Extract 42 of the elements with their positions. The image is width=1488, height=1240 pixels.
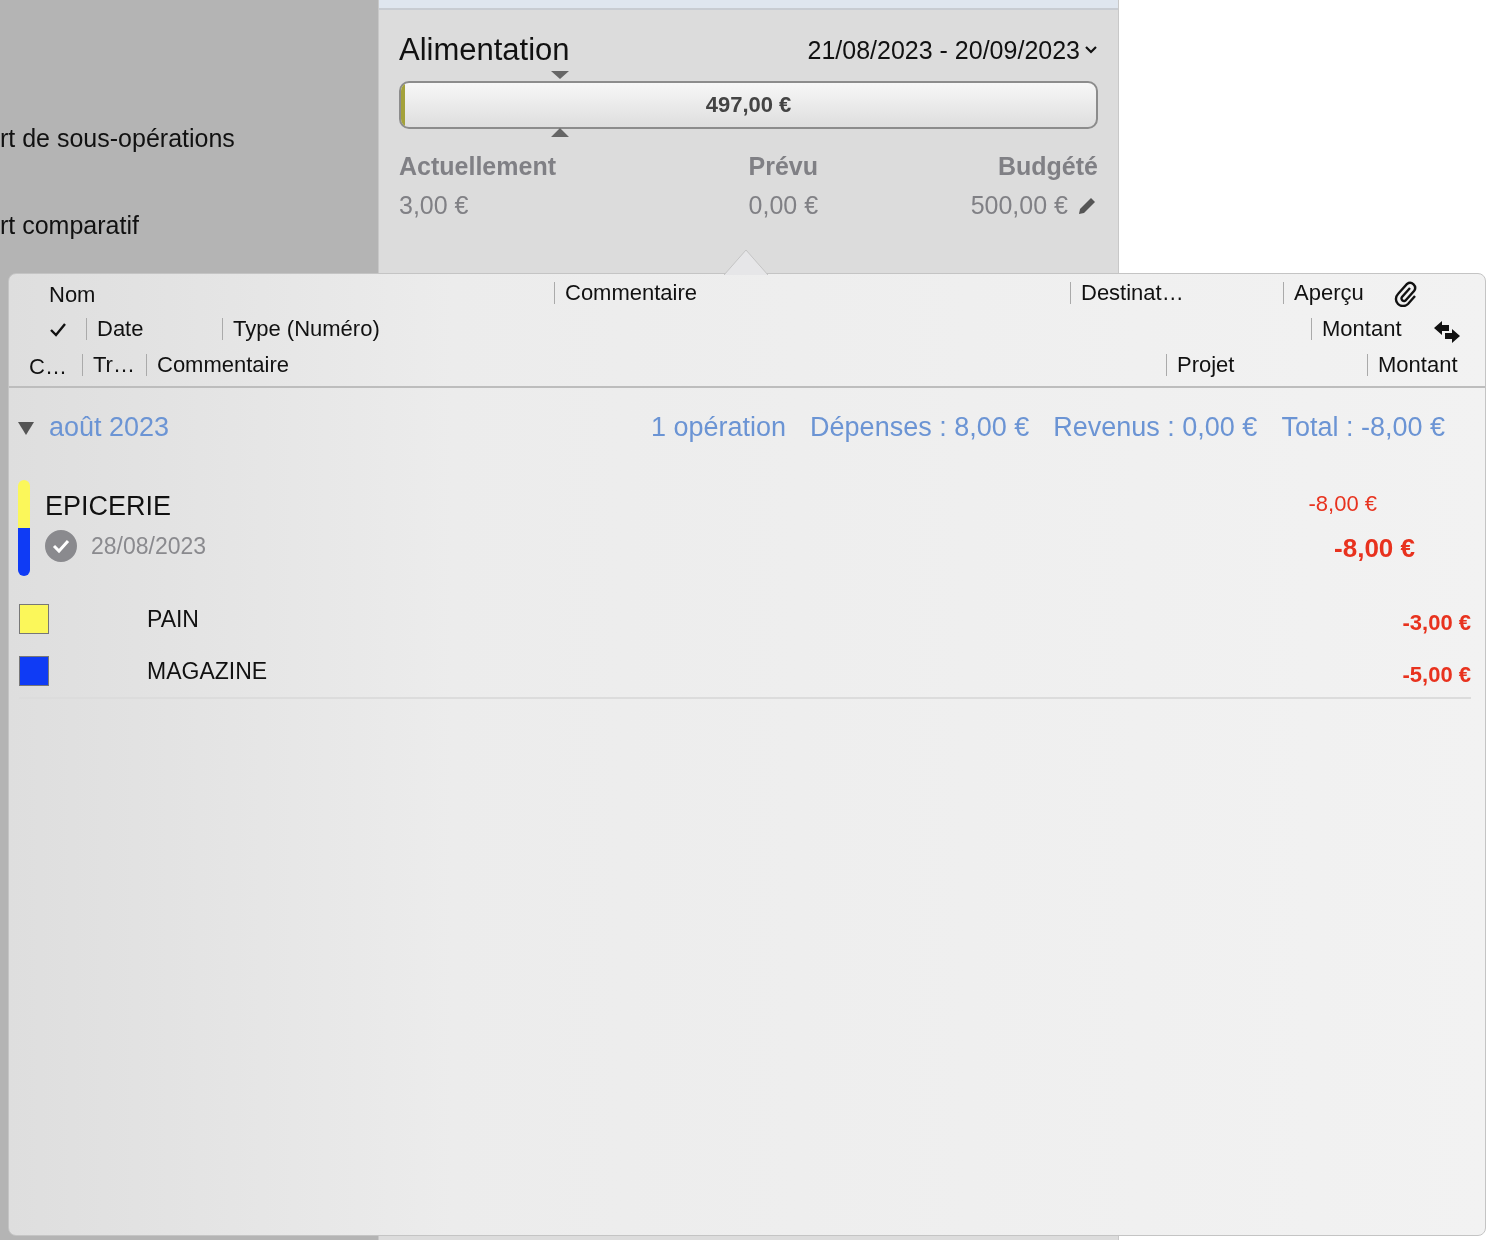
column-header[interactable]: Date [86, 318, 144, 340]
sidebar-item[interactable]: rt de sous-opérations [0, 124, 378, 153]
column-header[interactable]: Type (Numéro) [222, 318, 380, 340]
transaction-amount: -8,00 € [1308, 491, 1377, 517]
stat-label: Prévu [748, 152, 819, 181]
split-name: PAIN [147, 605, 199, 633]
sidebar-item[interactable]: rt comparatif [0, 211, 378, 240]
column-header[interactable]: Projet [1166, 354, 1235, 376]
column-header[interactable]: Destinat… [1070, 282, 1184, 304]
split-amount: -5,00 € [1402, 662, 1471, 688]
split-amount: -3,00 € [1402, 610, 1471, 636]
disclosure-triangle-icon[interactable] [17, 419, 35, 436]
stat-label: Budgété [998, 152, 1098, 181]
column-header[interactable]: Montant [1367, 354, 1458, 376]
column-header[interactable]: Commentaire [554, 282, 698, 304]
group-summary: Dépenses : 8,00 € [810, 412, 1030, 443]
column-header[interactable]: Aperçu [1283, 282, 1364, 304]
group-summary: Total : -8,00 € [1281, 412, 1445, 443]
budget-title: Alimentation [399, 32, 570, 68]
group-summary: 1 opération [651, 412, 787, 443]
split-name: MAGAZINE [147, 657, 268, 685]
transaction-date: 28/08/2023 [91, 532, 207, 560]
check-circle-icon[interactable] [45, 530, 77, 562]
stat-value: 500,00 € [970, 191, 1068, 220]
bar-label: 497,00 € [705, 92, 792, 118]
stat-value: 3,00 € [399, 191, 469, 220]
swap-arrows-icon[interactable] [1433, 320, 1461, 344]
stat-label: Actuellement [399, 152, 556, 181]
transaction-total: -8,00 € [1334, 533, 1415, 564]
column-header[interactable]: Commentaire [146, 354, 290, 376]
period-dropdown[interactable]: 21/08/2023 - 20/09/2023 [807, 35, 1098, 65]
group-title: août 2023 [49, 412, 170, 443]
transaction-name: EPICERIE [45, 491, 173, 522]
chevron-icon [1084, 45, 1098, 55]
stat-value: 0,00 € [748, 191, 819, 220]
column-header[interactable]: Montant [1311, 318, 1402, 340]
column-header[interactable]: C… [29, 354, 67, 380]
column-header[interactable]: Nom [49, 282, 96, 308]
checkmark-icon[interactable] [49, 322, 67, 338]
group-summary: Revenus : 0,00 € [1053, 412, 1258, 443]
column-header[interactable]: Tr… [82, 354, 135, 376]
paperclip-icon[interactable] [1393, 281, 1419, 307]
